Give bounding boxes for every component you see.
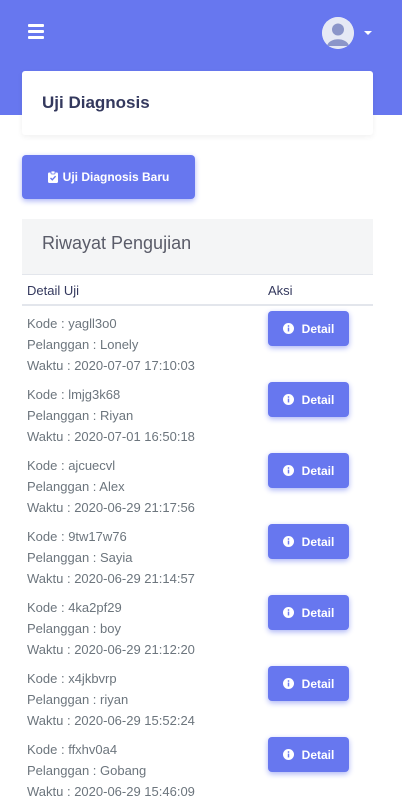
table-row: Kode : ffxhv0a4 Pelanggan : Gobang Waktu… [22, 732, 373, 803]
row-info: Kode : ajcuecvl Pelanggan : Alex Waktu :… [27, 455, 195, 518]
detail-label: Detail [301, 321, 335, 336]
row-customer: Pelanggan : Alex [27, 479, 125, 494]
detail-label: Detail [301, 747, 335, 762]
detail-button[interactable]: Detail [268, 382, 349, 417]
row-info: Kode : 4ka2pf29 Pelanggan : boy Waktu : … [27, 597, 195, 660]
detail-button[interactable]: Detail [268, 595, 349, 630]
info-circle-icon [282, 323, 294, 334]
history-table-body: Kode : yagll3o0 Pelanggan : Lonely Waktu… [22, 306, 373, 803]
info-circle-icon [282, 536, 294, 547]
table-row: Kode : yagll3o0 Pelanggan : Lonely Waktu… [22, 306, 373, 377]
row-customer: Pelanggan : Riyan [27, 408, 134, 423]
info-circle-icon [282, 607, 294, 618]
detail-button[interactable]: Detail [268, 524, 349, 559]
detail-label: Detail [301, 392, 335, 407]
row-customer: Pelanggan : riyan [27, 692, 129, 707]
row-code: Kode : 4ka2pf29 [27, 600, 122, 615]
row-code: Kode : 9tw17w76 [27, 529, 127, 544]
info-circle-icon [282, 678, 294, 689]
row-time: Waktu : 2020-06-29 15:46:09 [27, 784, 195, 799]
table-row: Kode : 4ka2pf29 Pelanggan : boy Waktu : … [22, 590, 373, 661]
row-time: Waktu : 2020-06-29 15:52:24 [27, 713, 195, 728]
user-dropdown[interactable] [322, 17, 372, 49]
detail-button[interactable]: Detail [268, 737, 349, 772]
detail-label: Detail [301, 676, 335, 691]
row-customer: Pelanggan : Gobang [27, 763, 147, 778]
row-code: Kode : x4jkbvrp [27, 671, 117, 686]
info-circle-icon [282, 465, 294, 476]
history-card-header: Riwayat Pengujian [22, 219, 373, 275]
history-title: Riwayat Pengujian [42, 233, 192, 253]
row-info: Kode : 9tw17w76 Pelanggan : Sayia Waktu … [27, 526, 195, 589]
row-customer: Pelanggan : boy [27, 621, 121, 636]
detail-label: Detail [301, 605, 335, 620]
info-circle-icon [282, 394, 294, 405]
detail-label: Detail [301, 463, 335, 478]
row-info: Kode : yagll3o0 Pelanggan : Lonely Waktu… [27, 313, 195, 376]
column-header-detail: Detail Uji [27, 283, 80, 298]
row-time: Waktu : 2020-06-29 21:14:57 [27, 571, 195, 586]
table-row: Kode : x4jkbvrp Pelanggan : riyan Waktu … [22, 661, 373, 732]
table-row: Kode : ajcuecvl Pelanggan : Alex Waktu :… [22, 448, 373, 519]
row-info: Kode : x4jkbvrp Pelanggan : riyan Waktu … [27, 668, 195, 731]
detail-button[interactable]: Detail [268, 311, 349, 346]
history-card: Riwayat Pengujian Detail Uji Aksi Kode :… [22, 219, 373, 807]
row-info: Kode : lmjg3k68 Pelanggan : Riyan Waktu … [27, 384, 195, 447]
caret-down-icon[interactable] [364, 31, 372, 35]
row-code: Kode : yagll3o0 [27, 316, 117, 331]
hamburger-icon[interactable] [28, 24, 44, 40]
new-diagnosis-button[interactable]: Uji Diagnosis Baru [22, 155, 195, 199]
row-time: Waktu : 2020-07-01 16:50:18 [27, 429, 195, 444]
table-row: Kode : 9tw17w76 Pelanggan : Sayia Waktu … [22, 519, 373, 590]
row-code: Kode : lmjg3k68 [27, 387, 121, 402]
row-customer: Pelanggan : Sayia [27, 550, 133, 565]
detail-button[interactable]: Detail [268, 453, 349, 488]
detail-button[interactable]: Detail [268, 666, 349, 701]
user-avatar-icon[interactable] [322, 17, 354, 49]
row-customer: Pelanggan : Lonely [27, 337, 139, 352]
page-title: Uji Diagnosis [42, 93, 150, 112]
row-time: Waktu : 2020-06-29 21:17:56 [27, 500, 195, 515]
row-code: Kode : ffxhv0a4 [27, 742, 118, 757]
row-info: Kode : ffxhv0a4 Pelanggan : Gobang Waktu… [27, 739, 195, 802]
new-diagnosis-label: Uji Diagnosis Baru [62, 170, 170, 184]
table-row: Kode : lmjg3k68 Pelanggan : Riyan Waktu … [22, 377, 373, 448]
table-header: Detail Uji Aksi [22, 275, 373, 306]
column-header-action: Aksi [268, 283, 293, 298]
detail-label: Detail [301, 534, 335, 549]
row-time: Waktu : 2020-07-07 17:10:03 [27, 358, 195, 373]
row-time: Waktu : 2020-06-29 21:12:20 [27, 642, 195, 657]
row-code: Kode : ajcuecvl [27, 458, 116, 473]
clipboard-check-icon [47, 171, 58, 183]
page-header-card: Uji Diagnosis [22, 71, 373, 135]
info-circle-icon [282, 749, 294, 760]
